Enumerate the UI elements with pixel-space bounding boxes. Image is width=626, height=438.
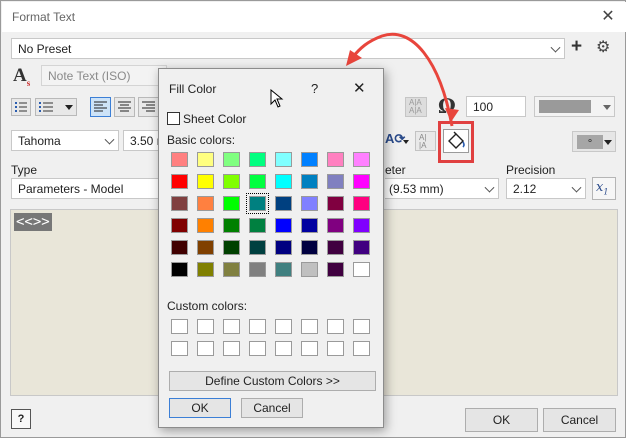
- dialog-close-icon[interactable]: ✕: [353, 79, 366, 97]
- color-swatch[interactable]: [223, 152, 240, 167]
- color-swatch[interactable]: [197, 240, 214, 255]
- color-swatch[interactable]: [223, 218, 240, 233]
- color-swatch[interactable]: [353, 262, 370, 277]
- color-swatch[interactable]: [327, 240, 344, 255]
- color-swatch[interactable]: [353, 174, 370, 189]
- color-swatch[interactable]: [327, 174, 344, 189]
- custom-color-swatch[interactable]: [327, 341, 344, 356]
- color-swatch[interactable]: [327, 218, 344, 233]
- color-swatch[interactable]: [223, 262, 240, 277]
- custom-color-swatch[interactable]: [301, 341, 318, 356]
- color-swatch[interactable]: [275, 262, 292, 277]
- color-swatch[interactable]: [171, 174, 188, 189]
- basic-colors-grid: [171, 152, 381, 280]
- dialog-help-icon[interactable]: ?: [311, 81, 318, 96]
- color-swatch[interactable]: [171, 196, 188, 211]
- custom-colors-grid: [171, 319, 381, 359]
- color-swatch[interactable]: [275, 152, 292, 167]
- color-swatch[interactable]: [249, 262, 266, 277]
- color-swatch[interactable]: [275, 174, 292, 189]
- color-swatch[interactable]: [249, 240, 266, 255]
- custom-color-swatch[interactable]: [197, 319, 214, 334]
- color-swatch[interactable]: [327, 196, 344, 211]
- dialog-cancel-button[interactable]: Cancel: [241, 398, 303, 418]
- define-custom-colors-button[interactable]: Define Custom Colors >>: [169, 371, 376, 391]
- color-swatch[interactable]: [353, 196, 370, 211]
- color-swatch[interactable]: [246, 193, 269, 214]
- custom-color-swatch[interactable]: [223, 341, 240, 356]
- basic-colors-label: Basic colors:: [167, 133, 236, 147]
- color-swatch[interactable]: [301, 152, 318, 167]
- mouse-cursor-icon: [270, 89, 284, 108]
- color-swatch[interactable]: [197, 218, 214, 233]
- custom-color-swatch[interactable]: [197, 341, 214, 356]
- color-swatch[interactable]: [197, 262, 214, 277]
- custom-color-swatch[interactable]: [223, 319, 240, 334]
- color-swatch[interactable]: [223, 196, 240, 211]
- custom-color-swatch[interactable]: [249, 319, 266, 334]
- color-swatch[interactable]: [275, 218, 292, 233]
- color-swatch[interactable]: [301, 174, 318, 189]
- fill-color-dialog: Fill Color ? ✕ Sheet Color Basic colors:…: [158, 68, 384, 428]
- custom-colors-label: Custom colors:: [167, 299, 248, 313]
- color-swatch[interactable]: [301, 218, 318, 233]
- custom-color-swatch[interactable]: [249, 341, 266, 356]
- color-swatch[interactable]: [353, 240, 370, 255]
- sheet-color-label: Sheet Color: [183, 112, 247, 126]
- custom-color-swatch[interactable]: [353, 341, 370, 356]
- color-swatch[interactable]: [223, 174, 240, 189]
- color-swatch[interactable]: [249, 174, 266, 189]
- dialog-ok-button[interactable]: OK: [169, 398, 231, 418]
- color-swatch[interactable]: [171, 218, 188, 233]
- color-swatch[interactable]: [171, 240, 188, 255]
- color-swatch[interactable]: [223, 240, 240, 255]
- custom-color-swatch[interactable]: [301, 319, 318, 334]
- color-swatch[interactable]: [301, 262, 318, 277]
- color-swatch[interactable]: [249, 218, 266, 233]
- color-swatch[interactable]: [353, 218, 370, 233]
- color-swatch[interactable]: [275, 196, 292, 211]
- color-swatch[interactable]: [171, 262, 188, 277]
- dialog-title: Fill Color: [169, 82, 217, 96]
- custom-color-swatch[interactable]: [275, 341, 292, 356]
- color-swatch[interactable]: [197, 152, 214, 167]
- custom-color-swatch[interactable]: [327, 319, 344, 334]
- color-swatch[interactable]: [327, 152, 344, 167]
- color-swatch[interactable]: [249, 152, 266, 167]
- color-swatch[interactable]: [197, 174, 214, 189]
- color-swatch[interactable]: [353, 152, 370, 167]
- sheet-color-checkbox[interactable]: [167, 112, 180, 125]
- custom-color-swatch[interactable]: [353, 319, 370, 334]
- custom-color-swatch[interactable]: [275, 319, 292, 334]
- color-swatch[interactable]: [197, 196, 214, 211]
- custom-color-swatch[interactable]: [171, 319, 188, 334]
- color-swatch[interactable]: [171, 152, 188, 167]
- color-swatch[interactable]: [301, 240, 318, 255]
- custom-color-swatch[interactable]: [171, 341, 188, 356]
- color-swatch[interactable]: [327, 262, 344, 277]
- color-swatch[interactable]: [275, 240, 292, 255]
- color-swatch[interactable]: [301, 196, 318, 211]
